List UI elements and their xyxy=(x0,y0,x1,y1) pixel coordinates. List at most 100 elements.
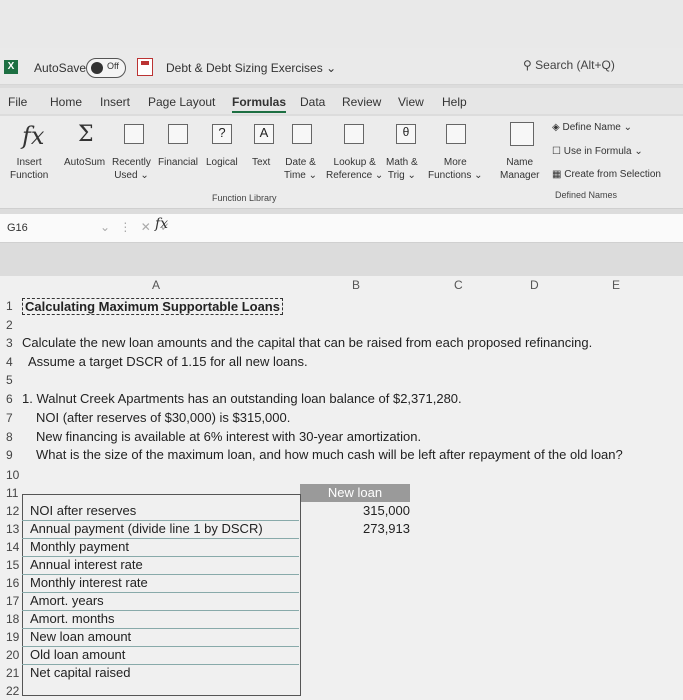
tab-page-layout[interactable]: Page Layout xyxy=(148,95,215,109)
table-row-label[interactable]: Monthly payment xyxy=(30,539,129,554)
table-row-label[interactable]: Annual payment (divide line 1 by DSCR) xyxy=(30,521,263,536)
row-number[interactable]: 20 xyxy=(6,648,19,662)
row-number[interactable]: 3 xyxy=(6,336,13,350)
column-header-b[interactable]: B xyxy=(352,278,360,292)
column-header-d[interactable]: D xyxy=(530,278,539,292)
table-row-label[interactable]: Old loan amount xyxy=(30,647,125,662)
tab-data[interactable]: Data xyxy=(300,95,325,109)
text-button[interactable]: Text xyxy=(252,156,270,169)
function-library-label: Function Library xyxy=(212,193,277,203)
autosum-icon[interactable]: Σ xyxy=(78,122,94,147)
search-placeholder: Search (Alt+Q) xyxy=(535,58,615,72)
tab-help[interactable]: Help xyxy=(442,95,467,109)
toggle-knob xyxy=(91,62,103,74)
logical-button[interactable]: Logical xyxy=(206,156,238,169)
define-name-icon: ◈ xyxy=(552,122,560,133)
lookup-reference-icon[interactable] xyxy=(344,124,364,144)
recently-used-button[interactable]: Recently Used ⌄ xyxy=(112,156,151,182)
row-number[interactable]: 18 xyxy=(6,612,19,626)
document-title-text: Debt & Debt Sizing Exercises xyxy=(166,61,323,75)
row-number[interactable]: 4 xyxy=(6,355,13,369)
excel-logo-icon: X xyxy=(4,60,18,74)
defined-names-label: Defined Names xyxy=(555,190,618,200)
problem-cell[interactable]: NOI (after reserves of $30,000) is $315,… xyxy=(36,410,290,425)
fx-icon[interactable]: fx xyxy=(155,216,168,232)
problem-cell[interactable]: 1. Walnut Creek Apartments has an outsta… xyxy=(22,391,462,406)
row-number[interactable]: 9 xyxy=(6,448,13,462)
define-name-button[interactable]: ◈ Define Name ⌄ xyxy=(552,121,632,134)
row-number[interactable]: 6 xyxy=(6,392,13,406)
row-number[interactable]: 13 xyxy=(6,522,19,536)
insert-function-button[interactable]: Insert Function xyxy=(10,156,48,182)
row-number[interactable]: 1 xyxy=(6,299,13,313)
tab-view[interactable]: View xyxy=(398,95,424,109)
row-number[interactable]: 8 xyxy=(6,430,13,444)
row-number[interactable]: 5 xyxy=(6,373,13,387)
document-title[interactable]: Debt & Debt Sizing Exercises ⌄ xyxy=(166,61,336,75)
instruction-cell[interactable]: Assume a target DSCR of 1.15 for all new… xyxy=(28,354,308,369)
insert-function-icon[interactable]: fx xyxy=(22,122,44,150)
recently-used-icon[interactable] xyxy=(124,124,144,144)
row-number[interactable]: 2 xyxy=(6,318,13,332)
row-number[interactable]: 17 xyxy=(6,594,19,608)
table-value-cell[interactable]: 315,000 xyxy=(300,503,410,518)
column-header-a[interactable]: A xyxy=(152,278,160,292)
row-number[interactable]: 15 xyxy=(6,558,19,572)
date-time-icon[interactable] xyxy=(292,124,312,144)
tab-review[interactable]: Review xyxy=(342,95,381,109)
lookup-reference-button[interactable]: Lookup & Reference ⌄ xyxy=(326,156,383,182)
financial-button[interactable]: Financial xyxy=(158,156,198,169)
save-icon[interactable] xyxy=(137,58,153,76)
autosave-toggle[interactable]: Off xyxy=(86,58,126,78)
math-trig-icon[interactable]: θ xyxy=(396,124,416,144)
row-number[interactable]: 14 xyxy=(6,540,19,554)
row-number[interactable]: 21 xyxy=(6,666,19,680)
problem-cell[interactable]: New financing is available at 6% interes… xyxy=(36,429,421,444)
column-header-c[interactable]: C xyxy=(454,278,463,292)
logical-icon[interactable]: ? xyxy=(212,124,232,144)
table-row-label[interactable]: New loan amount xyxy=(30,629,131,644)
row-number[interactable]: 10 xyxy=(6,468,19,482)
name-manager-button[interactable]: Name Manager xyxy=(500,156,539,182)
tab-home[interactable]: Home xyxy=(50,95,82,109)
table-row-label[interactable]: Net capital raised xyxy=(30,665,130,680)
sheet-title-cell[interactable]: Calculating Maximum Supportable Loans xyxy=(22,298,283,315)
autosum-button[interactable]: AutoSum xyxy=(64,156,105,169)
table-value-cell[interactable]: 273,913 xyxy=(300,521,410,536)
create-from-selection-icon: ▦ xyxy=(552,169,562,180)
name-manager-icon[interactable] xyxy=(510,122,534,146)
tab-formulas[interactable]: Formulas xyxy=(232,95,287,113)
tab-file[interactable]: File xyxy=(8,95,27,109)
more-functions-icon[interactable] xyxy=(446,124,466,144)
row-number[interactable]: 22 xyxy=(6,684,19,698)
math-trig-button[interactable]: Math & Trig ⌄ xyxy=(386,156,418,182)
top-border xyxy=(0,0,683,48)
create-from-selection-button[interactable]: ▦ Create from Selection xyxy=(552,168,661,181)
use-in-formula-icon: ☐ xyxy=(552,146,561,157)
autosave-state: Off xyxy=(107,61,119,71)
autosave-label: AutoSave xyxy=(34,61,87,75)
row-number[interactable]: 7 xyxy=(6,411,13,425)
row-number[interactable]: 12 xyxy=(6,504,19,518)
row-number[interactable]: 16 xyxy=(6,576,19,590)
instruction-cell[interactable]: Calculate the new loan amounts and the c… xyxy=(22,335,592,350)
new-loan-header[interactable]: New loan xyxy=(300,484,410,502)
table-row-label[interactable]: Annual interest rate xyxy=(30,557,143,572)
table-row-label[interactable]: Amort. months xyxy=(30,611,115,626)
tab-insert[interactable]: Insert xyxy=(100,95,130,109)
search-box[interactable]: ⚲ Search (Alt+Q) xyxy=(523,54,673,76)
table-row-label[interactable]: Amort. years xyxy=(30,593,104,608)
column-header-e[interactable]: E xyxy=(612,278,620,292)
more-functions-button[interactable]: More Functions ⌄ xyxy=(428,156,483,182)
row-number[interactable]: 19 xyxy=(6,630,19,644)
table-row-label[interactable]: NOI after reserves xyxy=(30,503,136,518)
search-icon: ⚲ xyxy=(523,58,532,72)
use-in-formula-button[interactable]: ☐ Use in Formula ⌄ xyxy=(552,145,643,158)
table-row-label[interactable]: Monthly interest rate xyxy=(30,575,148,590)
financial-icon[interactable] xyxy=(168,124,188,144)
date-time-button[interactable]: Date & Time ⌄ xyxy=(284,156,317,182)
text-icon[interactable]: A xyxy=(254,124,274,144)
name-box[interactable]: G16 xyxy=(4,218,93,238)
row-number[interactable]: 11 xyxy=(6,486,18,500)
problem-cell[interactable]: What is the size of the maximum loan, an… xyxy=(36,447,623,462)
